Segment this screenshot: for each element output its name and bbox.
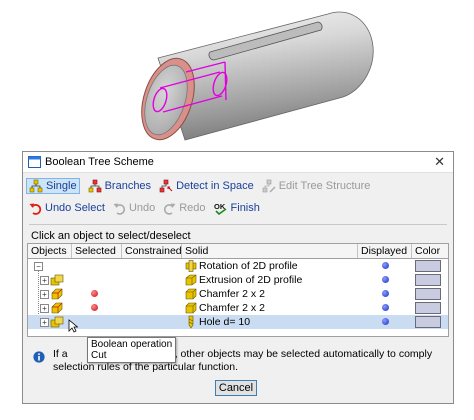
cancel-button[interactable]: Cancel bbox=[215, 380, 257, 396]
color-swatch[interactable] bbox=[415, 288, 441, 300]
expand-toggle[interactable]: + bbox=[40, 304, 49, 313]
table-row[interactable]: + Chamfer 2 x 2 bbox=[28, 301, 448, 315]
selected-indicator[interactable] bbox=[91, 304, 98, 311]
detect-in-space-button[interactable]: Detect in Space bbox=[159, 179, 254, 193]
redo-button[interactable]: Redo bbox=[163, 202, 206, 215]
undo-icon bbox=[113, 203, 125, 215]
instruction-text: Click an object to select/deselect bbox=[31, 230, 191, 242]
color-swatch[interactable] bbox=[415, 274, 441, 286]
color-swatch[interactable] bbox=[415, 260, 441, 272]
toolbar-row-1: Single Branches Detect in Space Edit Tre… bbox=[26, 178, 378, 194]
displayed-indicator[interactable] bbox=[382, 304, 389, 311]
column-header-color[interactable]: Color bbox=[412, 244, 448, 258]
tooltip-line-2: Cut bbox=[91, 350, 107, 361]
close-icon[interactable]: ✕ bbox=[434, 154, 445, 170]
collapse-toggle[interactable]: − bbox=[34, 262, 43, 271]
color-swatch[interactable] bbox=[415, 302, 441, 314]
branches-button[interactable]: Branches bbox=[88, 179, 151, 193]
undo-select-button[interactable]: Undo Select bbox=[29, 202, 105, 215]
toolbar-row-2: Undo Select Undo Redo OK Finish bbox=[29, 200, 268, 216]
boolean-operation-icon bbox=[50, 274, 64, 286]
expand-toggle[interactable]: + bbox=[40, 318, 49, 327]
hole-icon bbox=[188, 315, 194, 329]
info-text-start: If a bbox=[53, 348, 68, 360]
column-header-constrained[interactable]: Constrained bbox=[122, 244, 182, 258]
ok-icon: OK bbox=[214, 202, 226, 215]
table-row[interactable]: + Chamfer 2 x 2 bbox=[28, 287, 448, 301]
column-header-selected[interactable]: Selected bbox=[72, 244, 122, 258]
color-swatch[interactable] bbox=[415, 316, 441, 328]
chamfer-icon bbox=[185, 302, 197, 314]
toolbar-separator bbox=[29, 224, 447, 225]
displayed-indicator[interactable] bbox=[382, 262, 389, 269]
tooltip: Boolean operation Cut bbox=[87, 337, 177, 363]
boolean-operation-icon bbox=[51, 302, 63, 314]
detect-space-icon bbox=[159, 179, 173, 193]
table-row[interactable]: + Hole d= 10 bbox=[28, 315, 448, 333]
column-header-solid[interactable]: Solid bbox=[182, 244, 358, 258]
boolean-tree-dialog: Boolean Tree Scheme ✕ Single Branches De… bbox=[22, 151, 454, 404]
displayed-indicator[interactable] bbox=[382, 276, 389, 283]
solid-name: Hole d= 10 bbox=[199, 316, 251, 328]
expand-toggle[interactable]: + bbox=[40, 276, 49, 285]
single-select-icon bbox=[29, 179, 43, 193]
shaft-model bbox=[141, 11, 374, 141]
boolean-operation-icon bbox=[51, 288, 63, 300]
undo-button[interactable]: Undo bbox=[113, 202, 155, 215]
solid-name: Chamfer 2 x 2 bbox=[199, 288, 265, 300]
table-row[interactable]: − Rotation of 2D profile bbox=[28, 259, 448, 273]
single-button[interactable]: Single bbox=[26, 178, 80, 194]
solid-name: Chamfer 2 x 2 bbox=[199, 302, 265, 314]
branches-icon bbox=[88, 179, 101, 193]
table-row[interactable]: + Extrusion of 2D profile bbox=[28, 273, 448, 287]
window-icon bbox=[28, 156, 41, 168]
undo-select-icon bbox=[29, 203, 42, 215]
selected-indicator[interactable] bbox=[91, 290, 98, 297]
dialog-title: Boolean Tree Scheme bbox=[45, 156, 154, 168]
column-header-objects[interactable]: Objects bbox=[28, 244, 72, 258]
chamfer-icon bbox=[185, 288, 197, 300]
tooltip-line-1: Boolean operation bbox=[91, 339, 173, 350]
expand-toggle[interactable]: + bbox=[40, 290, 49, 299]
extrusion-icon bbox=[185, 274, 197, 286]
edit-tree-structure-button[interactable]: Edit Tree Structure bbox=[262, 179, 370, 193]
boolean-operation-icon bbox=[50, 316, 64, 328]
column-header-displayed[interactable]: Displayed bbox=[358, 244, 412, 258]
mouse-cursor-icon bbox=[68, 319, 78, 333]
solid-name: Extrusion of 2D profile bbox=[199, 274, 303, 286]
info-icon bbox=[33, 351, 45, 363]
table-header: Objects Selected Constrained Solid Displ… bbox=[28, 244, 448, 259]
rotation-icon bbox=[185, 260, 197, 272]
displayed-indicator[interactable] bbox=[382, 318, 389, 325]
redo-icon bbox=[164, 203, 176, 215]
boolean-tree-table: Objects Selected Constrained Solid Displ… bbox=[27, 243, 449, 337]
edit-tree-icon bbox=[262, 179, 276, 193]
finish-button[interactable]: OK Finish bbox=[214, 202, 260, 215]
displayed-indicator[interactable] bbox=[382, 290, 389, 297]
dialog-titlebar: Boolean Tree Scheme ✕ bbox=[23, 152, 453, 173]
model-viewport[interactable] bbox=[0, 0, 474, 150]
solid-name: Rotation of 2D profile bbox=[199, 260, 298, 272]
